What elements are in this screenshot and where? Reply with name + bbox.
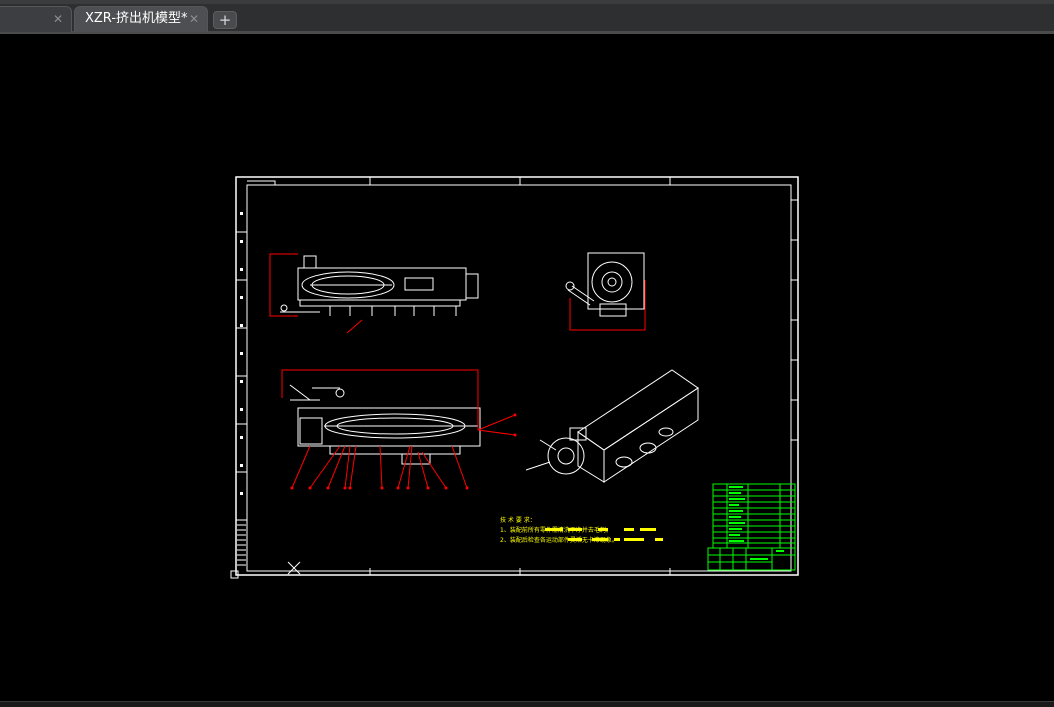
tab-label: XZR-挤出机模型* [85, 11, 188, 26]
section-view [289, 384, 481, 465]
document-tab-bar: ✕ XZR-挤出机模型* ✕ + [0, 0, 1054, 34]
top-zone-ticks [369, 177, 671, 185]
isometric-view [525, 369, 699, 483]
title-block [707, 483, 796, 571]
left-zone-dots [240, 212, 243, 495]
right-zone-ticks [791, 199, 798, 441]
tab-xzr-extruder-model[interactable]: XZR-挤出机模型* ✕ [74, 6, 208, 32]
drawing-number-box [247, 180, 276, 186]
sheet-stamp-marks [237, 524, 246, 566]
notes-heading: 技 术 要 求： [500, 516, 536, 524]
close-icon[interactable]: ✕ [189, 7, 199, 31]
sheet-inner-border [246, 184, 792, 572]
tab-previous-drawing[interactable]: ✕ [0, 6, 72, 32]
left-zone-markers [236, 231, 247, 521]
drawing-canvas[interactable]: 技 术 要 求： 1、装配前所有零件需清洗干净并去毛刺。 2、装配后检查各运动部… [0, 34, 1054, 701]
side-view-dimensions [569, 280, 646, 331]
title-block-text-marks [729, 486, 784, 560]
front-view [280, 255, 479, 316]
status-strip [0, 701, 1054, 707]
side-view [565, 252, 645, 317]
tab-bar-top-strip [0, 0, 1054, 4]
sheet-outer-border [235, 176, 799, 576]
close-icon[interactable]: ✕ [53, 7, 63, 31]
cad-drawing: 技 术 要 求： 1、装配前所有零件需清洗干净并去毛刺。 2、装配后检查各运动部… [230, 176, 799, 579]
balloon-dots [290, 413, 517, 490]
new-tab-button[interactable]: + [213, 11, 237, 29]
